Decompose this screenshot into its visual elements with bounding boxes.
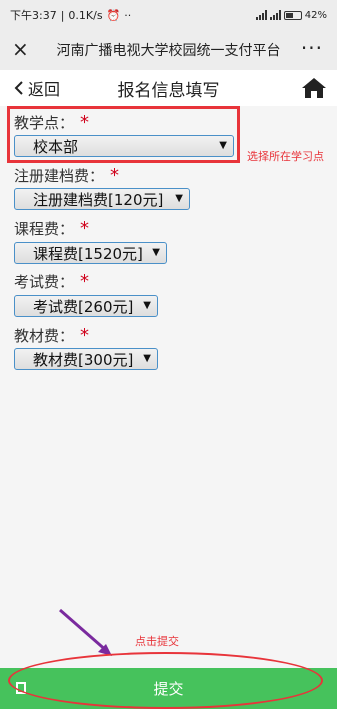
title-bar: × 河南广播电视大学校园统一支付平台 ···	[0, 30, 337, 70]
page-title: 河南广播电视大学校园统一支付平台	[56, 43, 281, 59]
required-mark: *	[80, 218, 90, 239]
signal-icon	[255, 10, 267, 20]
dropdown-arrow-icon: ▼	[175, 193, 183, 204]
field-label-textbook-fee: 教材费： *	[14, 325, 90, 346]
nav-title: 报名信息填写	[117, 80, 220, 101]
required-mark: *	[80, 271, 90, 292]
field-label-registration-fee: 注册建档费： *	[14, 165, 120, 186]
more-icon[interactable]: ···	[301, 36, 323, 60]
nav-bar: 返回 报名信息填写	[0, 70, 337, 106]
dropdown-arrow-icon: ▼	[143, 353, 151, 364]
click-submit-note: 点击提交	[135, 635, 179, 648]
signal-icon-2	[269, 10, 281, 20]
back-button[interactable]: 返回	[14, 76, 60, 100]
field-label-exam-fee: 考试费： *	[14, 271, 90, 292]
dropdown-arrow-icon: ▼	[152, 247, 160, 258]
alarm-icon: ⏰	[106, 8, 121, 22]
exam-fee-select[interactable]: 考试费[260元] ▼	[14, 295, 158, 317]
required-mark: *	[110, 165, 120, 186]
status-speed: 0.1K/s	[68, 8, 103, 22]
location-highlight-box	[7, 106, 240, 163]
dropdown-arrow-icon: ▼	[143, 300, 151, 311]
battery-level: 42%	[304, 9, 327, 21]
battery-icon	[283, 10, 302, 20]
submit-highlight-ellipse	[8, 652, 323, 709]
field-label-course-fee: 课程费： *	[14, 218, 90, 239]
textbook-fee-select[interactable]: 教材费[300元] ▼	[14, 348, 158, 370]
course-fee-select[interactable]: 课程费[1520元] ▼	[14, 242, 167, 264]
home-icon[interactable]	[301, 76, 327, 100]
chevron-left-icon	[14, 81, 23, 95]
more-notifications-icon: ··	[124, 8, 132, 22]
close-icon[interactable]: ×	[12, 38, 29, 60]
required-mark: *	[80, 325, 90, 346]
status-bar: 下午3:37 | 0.1K/s ⏰ ·· 42%	[0, 0, 337, 30]
registration-fee-select[interactable]: 注册建档费[120元] ▼	[14, 188, 190, 210]
status-time: 下午3:37	[10, 9, 57, 22]
back-label: 返回	[28, 80, 61, 99]
select-location-note: 选择所在学习点	[247, 150, 324, 163]
arrow-annotation-icon	[59, 608, 112, 656]
